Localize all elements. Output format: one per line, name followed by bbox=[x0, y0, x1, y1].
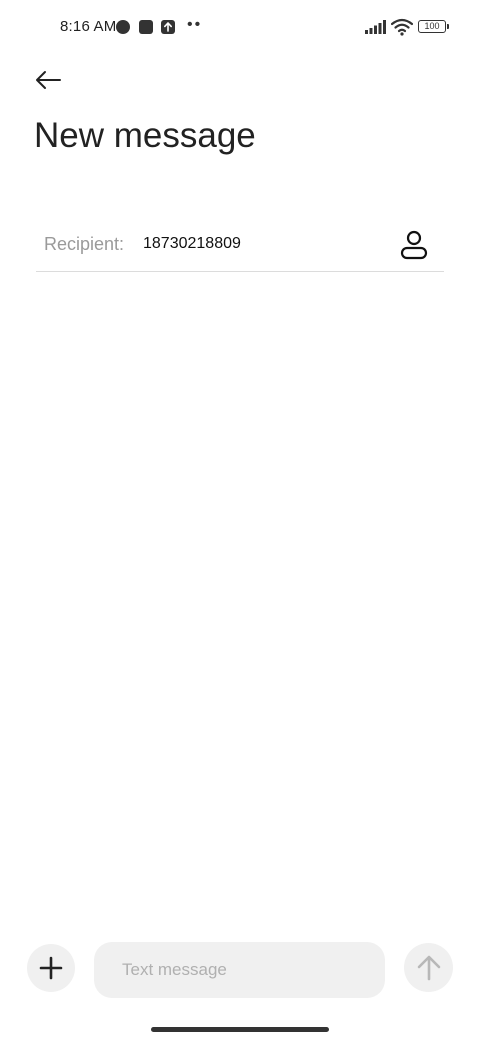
select-contact-button[interactable] bbox=[398, 228, 430, 262]
arrow-left-icon bbox=[36, 71, 61, 89]
recipient-input[interactable] bbox=[143, 235, 383, 253]
page-title: New message bbox=[34, 116, 256, 155]
back-button[interactable] bbox=[30, 62, 66, 98]
battery-icon: 100 bbox=[418, 20, 449, 33]
person-icon bbox=[400, 230, 428, 260]
square-app-icon bbox=[139, 20, 153, 34]
home-indicator[interactable] bbox=[151, 1027, 329, 1032]
plus-icon bbox=[39, 956, 63, 980]
message-input[interactable] bbox=[94, 942, 385, 998]
battery-level: 100 bbox=[424, 21, 440, 31]
new-message-screen: 8:16 AM •• 100 New message Recipient: 18… bbox=[0, 0, 480, 1040]
status-bar: 8:16 AM •• 100 bbox=[0, 0, 480, 56]
attach-button[interactable] bbox=[27, 944, 75, 992]
recipient-label: Recipient: bbox=[44, 234, 125, 254]
signal-icon bbox=[365, 20, 386, 34]
arrow-up-icon bbox=[417, 955, 440, 980]
notification-circle-icon bbox=[116, 20, 130, 34]
wifi-icon bbox=[391, 18, 413, 36]
more-notifications-dots: •• bbox=[187, 16, 203, 33]
status-time: 8:16 AM bbox=[60, 18, 117, 35]
send-button[interactable] bbox=[404, 943, 453, 992]
upload-icon bbox=[161, 20, 175, 34]
recipient-row: Recipient: bbox=[36, 220, 444, 272]
